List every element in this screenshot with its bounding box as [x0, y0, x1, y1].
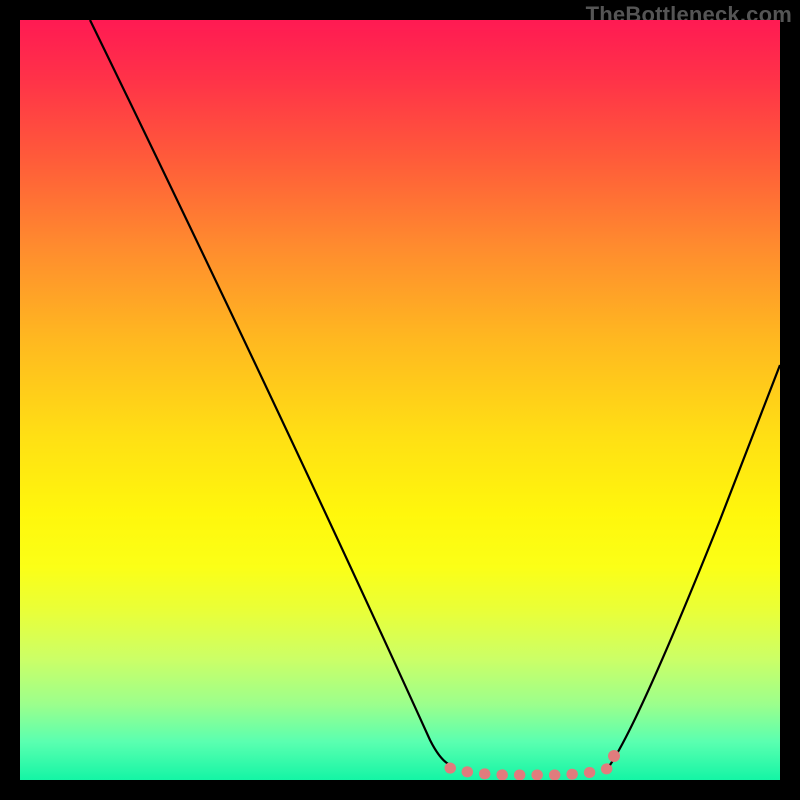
left-descent-curve: [90, 20, 450, 765]
chart-frame: TheBottleneck.com: [0, 0, 800, 800]
valley-beads: [450, 768, 610, 775]
series-end-dot: [608, 750, 620, 762]
curve-svg: [20, 20, 780, 780]
right-ascent-curve: [610, 365, 780, 765]
plot-area: [20, 20, 780, 780]
